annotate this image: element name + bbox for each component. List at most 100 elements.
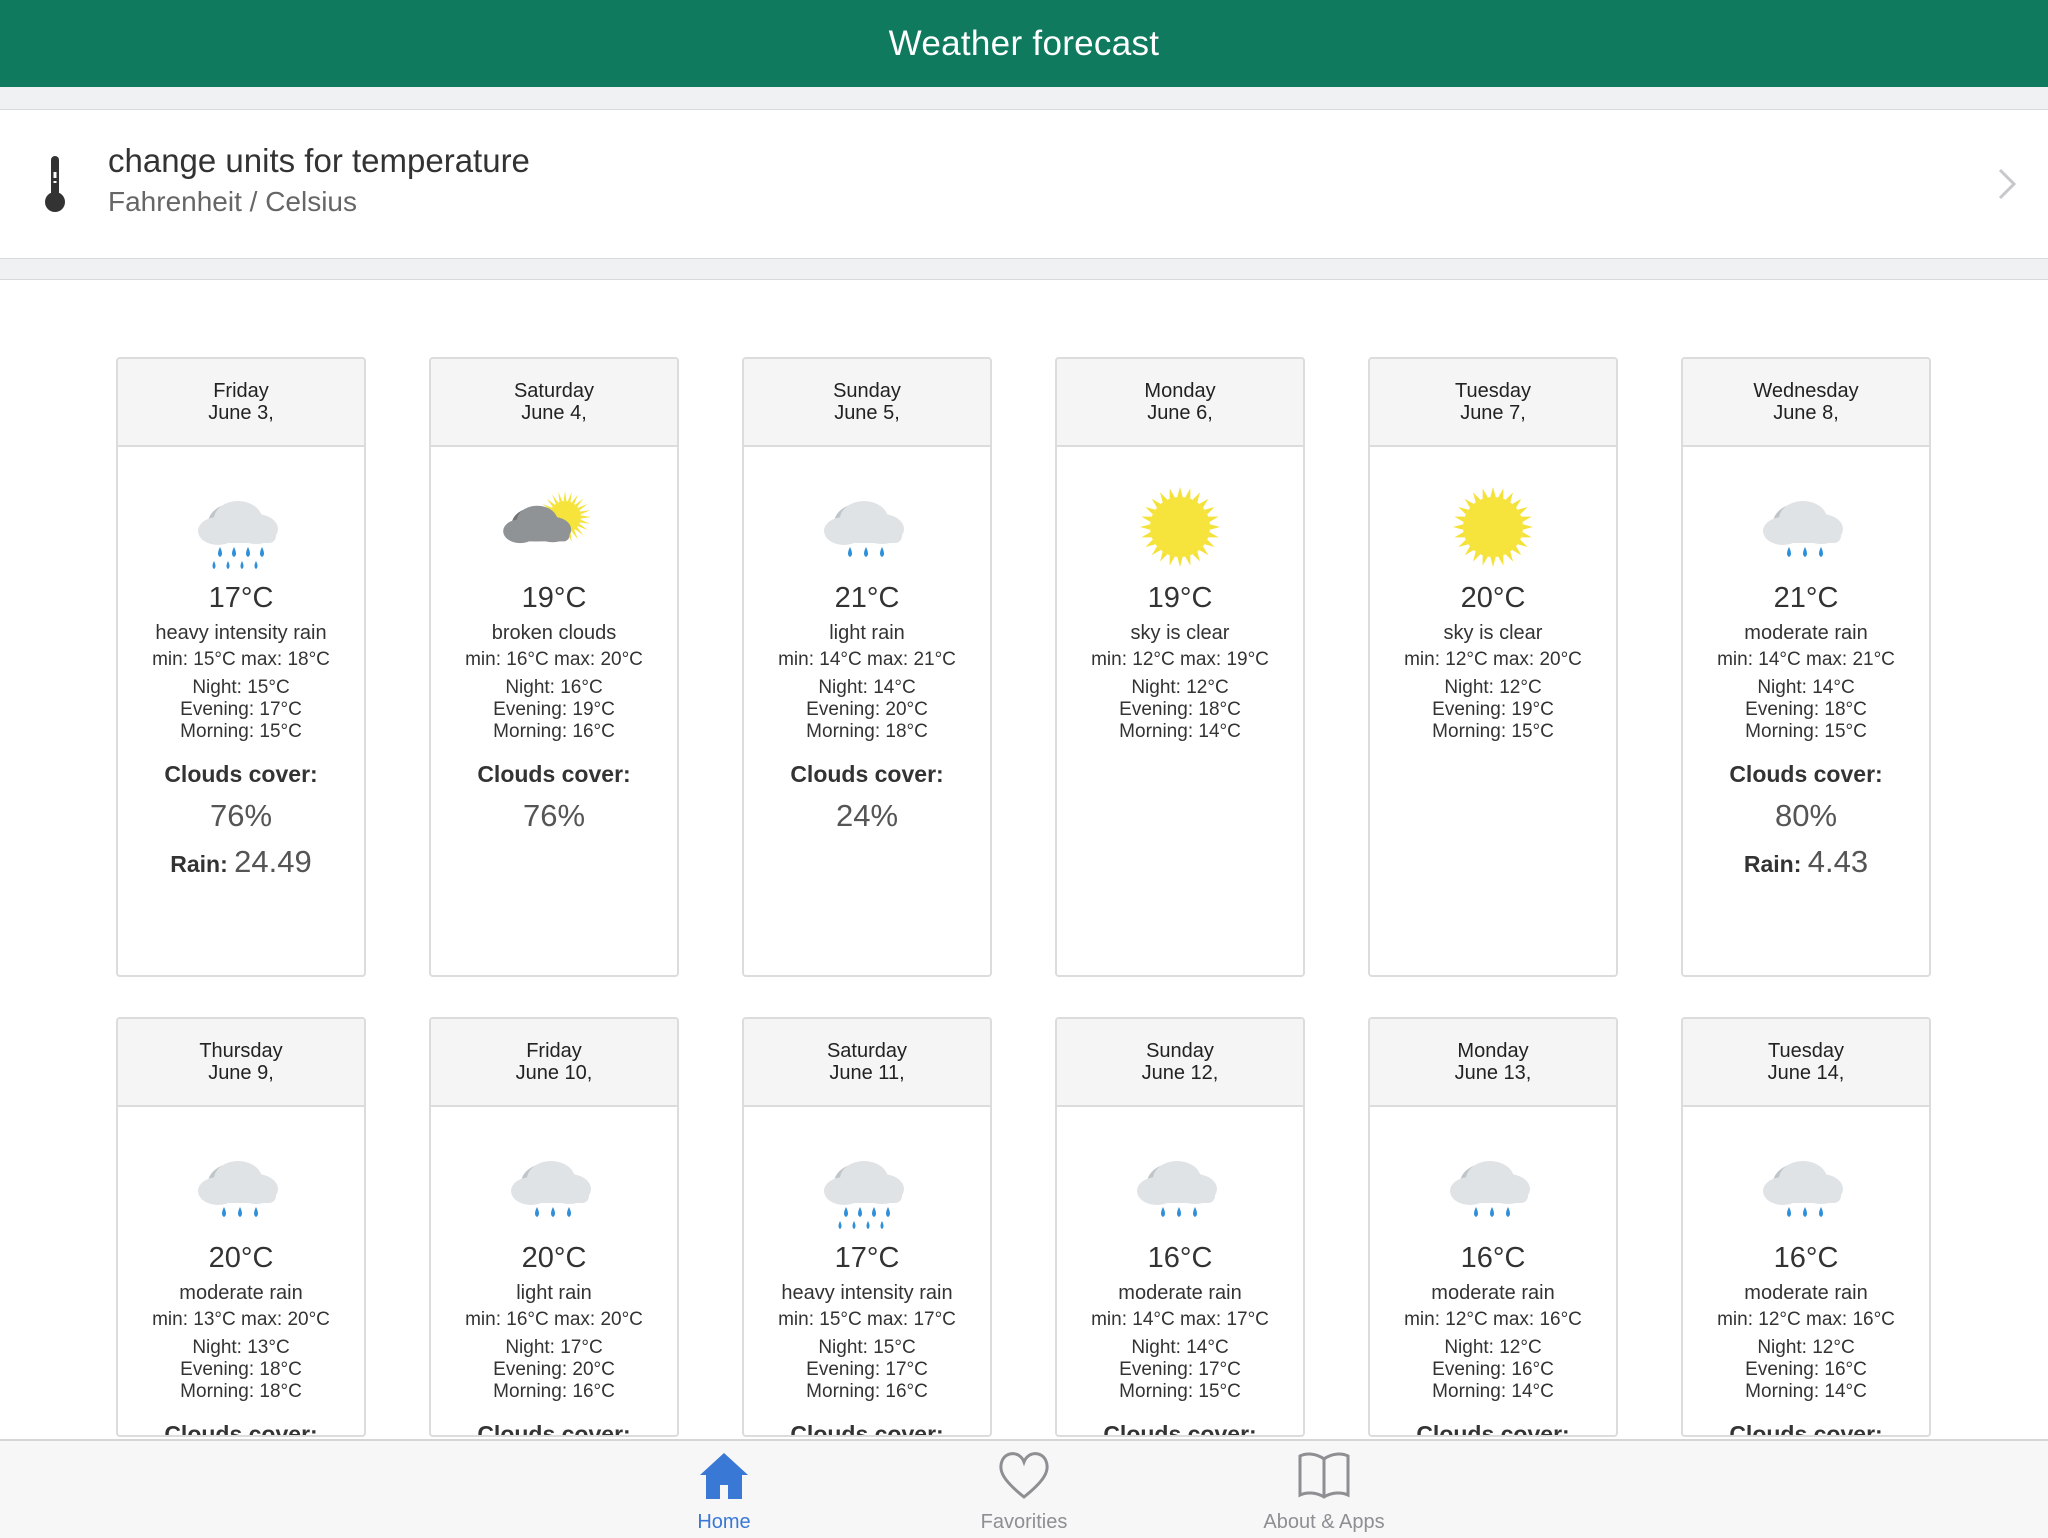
description: moderate rain [1744,622,1868,644]
night-temp: Night: 16°C [505,677,603,698]
weekday: Saturday [513,380,595,402]
card-header: Sunday June 5, [744,359,990,447]
temperature: 20°C [1460,582,1526,614]
day-temps: Night: 12°C Evening: 16°C Morning: 14°C [1370,1337,1616,1403]
card-header: Wednesday June 8, [1683,359,1929,447]
card-header: Tuesday June 14, [1683,1019,1929,1107]
broken-clouds-icon [503,491,591,544]
description: moderate rain [1118,1282,1242,1304]
weather-icon-wrap [118,1137,364,1241]
morning-temp: Morning: 14°C [1432,1381,1554,1402]
night-temp: Night: 12°C [1444,1337,1542,1358]
date: June 14, [1767,1062,1845,1084]
units-setting-title: change units for temperature [108,142,530,179]
rain-label: Rain: [1743,851,1802,877]
day-temps: Night: 12°C Evening: 19°C Morning: 15°C [1370,677,1616,743]
weekday: Thursday [199,1040,283,1062]
page-title: Weather forecast [888,23,1160,63]
temperature: 21°C [834,582,900,614]
temperature: 20°C [521,1242,587,1274]
clouds-cover-label: Clouds cover: [477,1421,631,1437]
temperature: 16°C [1147,1242,1213,1274]
morning-temp: Morning: 14°C [1745,1381,1867,1402]
change-units-row[interactable]: change units for temperature Fahrenheit … [0,110,2048,258]
rain-row: Rain: 4.43 [1683,844,1929,880]
temperature: 16°C [1773,1242,1839,1274]
clouds-cover-value: 76% [209,798,273,833]
temperature: 17°C [834,1242,900,1274]
clouds-cover-label: Clouds cover: [164,1421,318,1437]
day-temps: Night: 15°C Evening: 17°C Morning: 15°C [118,677,364,743]
rain-value: 24.49 [234,844,312,879]
min-max: min: 13°C max: 20°C [152,1309,330,1330]
clouds-cover-value: 24% [835,798,899,833]
date: June 8, [1773,402,1839,424]
morning-temp: Morning: 14°C [1119,721,1241,742]
night-temp: Night: 14°C [1757,677,1855,698]
day-card: Monday June 13, 16°C moderate rain min: … [1368,1017,1618,1437]
date: June 10, [515,1062,593,1084]
card-header: Thursday June 9, [118,1019,364,1107]
morning-temp: Morning: 16°C [493,1381,615,1402]
light-rain-icon [824,501,904,557]
units-setting-subtitle: Fahrenheit / Celsius [108,186,358,217]
moderate-rain-icon [1763,1161,1843,1217]
card-header: Saturday June 4, [431,359,677,447]
card-header: Monday June 6, [1057,359,1303,447]
description: heavy intensity rain [155,622,327,644]
weekday: Friday [213,380,269,402]
clouds-cover-label: Clouds cover: [790,1421,944,1437]
night-temp: Night: 15°C [818,1337,916,1358]
morning-temp: Morning: 15°C [1432,721,1554,742]
morning-temp: Morning: 15°C [1119,1381,1241,1402]
night-temp: Night: 14°C [1131,1337,1229,1358]
tab-home[interactable]: Home [624,1447,824,1537]
min-max: min: 15°C max: 17°C [778,1309,956,1330]
min-max: min: 15°C max: 18°C [152,649,330,670]
weather-icon-wrap [1057,1137,1303,1241]
description: moderate rain [179,1282,303,1304]
clouds-cover-label: Clouds cover: [1729,761,1883,787]
temperature: 16°C [1460,1242,1526,1274]
day-card: Sunday June 12, 16°C moderate rain min: … [1055,1017,1305,1437]
date: June 3, [208,402,274,424]
description: heavy intensity rain [781,1282,953,1304]
temperature: 19°C [521,582,587,614]
morning-temp: Morning: 15°C [180,721,302,742]
moderate-rain-icon [1137,1161,1217,1217]
date: June 7, [1460,402,1526,424]
min-max: min: 12°C max: 16°C [1717,1309,1895,1330]
section-divider [0,258,2048,280]
weekday: Wednesday [1753,380,1859,402]
weather-icon-wrap [744,1137,990,1241]
night-temp: Night: 15°C [192,677,290,698]
evening-temp: Evening: 17°C [180,699,302,720]
weather-icon-wrap [1370,477,1616,581]
clouds-cover-label: Clouds cover: [477,761,631,787]
weekday: Tuesday [1768,1040,1844,1062]
tab-favorities[interactable]: Favorities [924,1447,1124,1537]
day-temps: Night: 14°C Evening: 17°C Morning: 15°C [1057,1337,1303,1403]
description: broken clouds [491,622,617,644]
rain-value: 4.43 [1807,844,1869,879]
tab-about-apps[interactable]: About & Apps [1224,1447,1424,1537]
weekday: Friday [526,1040,582,1062]
tab-label: About & Apps [1263,1511,1385,1533]
temperature: 19°C [1147,582,1213,614]
temperature: 21°C [1773,582,1839,614]
evening-temp: Evening: 18°C [1745,699,1867,720]
day-card: Saturday June 4, 19°C broken clouds min:… [429,357,679,977]
card-header: Tuesday June 7, [1370,359,1616,447]
weather-icon-wrap [431,477,677,581]
min-max: min: 12°C max: 16°C [1404,1309,1582,1330]
evening-temp: Evening: 17°C [806,1359,928,1380]
tab-bar: Home Favorities About & Apps [0,1439,2048,1538]
weekday: Monday [1144,380,1216,402]
evening-temp: Evening: 19°C [493,699,615,720]
night-temp: Night: 14°C [818,677,916,698]
morning-temp: Morning: 15°C [1745,721,1867,742]
min-max: min: 16°C max: 20°C [465,649,643,670]
description: sky is clear [1130,622,1230,644]
moderate-rain-icon [1763,501,1843,557]
night-temp: Night: 12°C [1131,677,1229,698]
